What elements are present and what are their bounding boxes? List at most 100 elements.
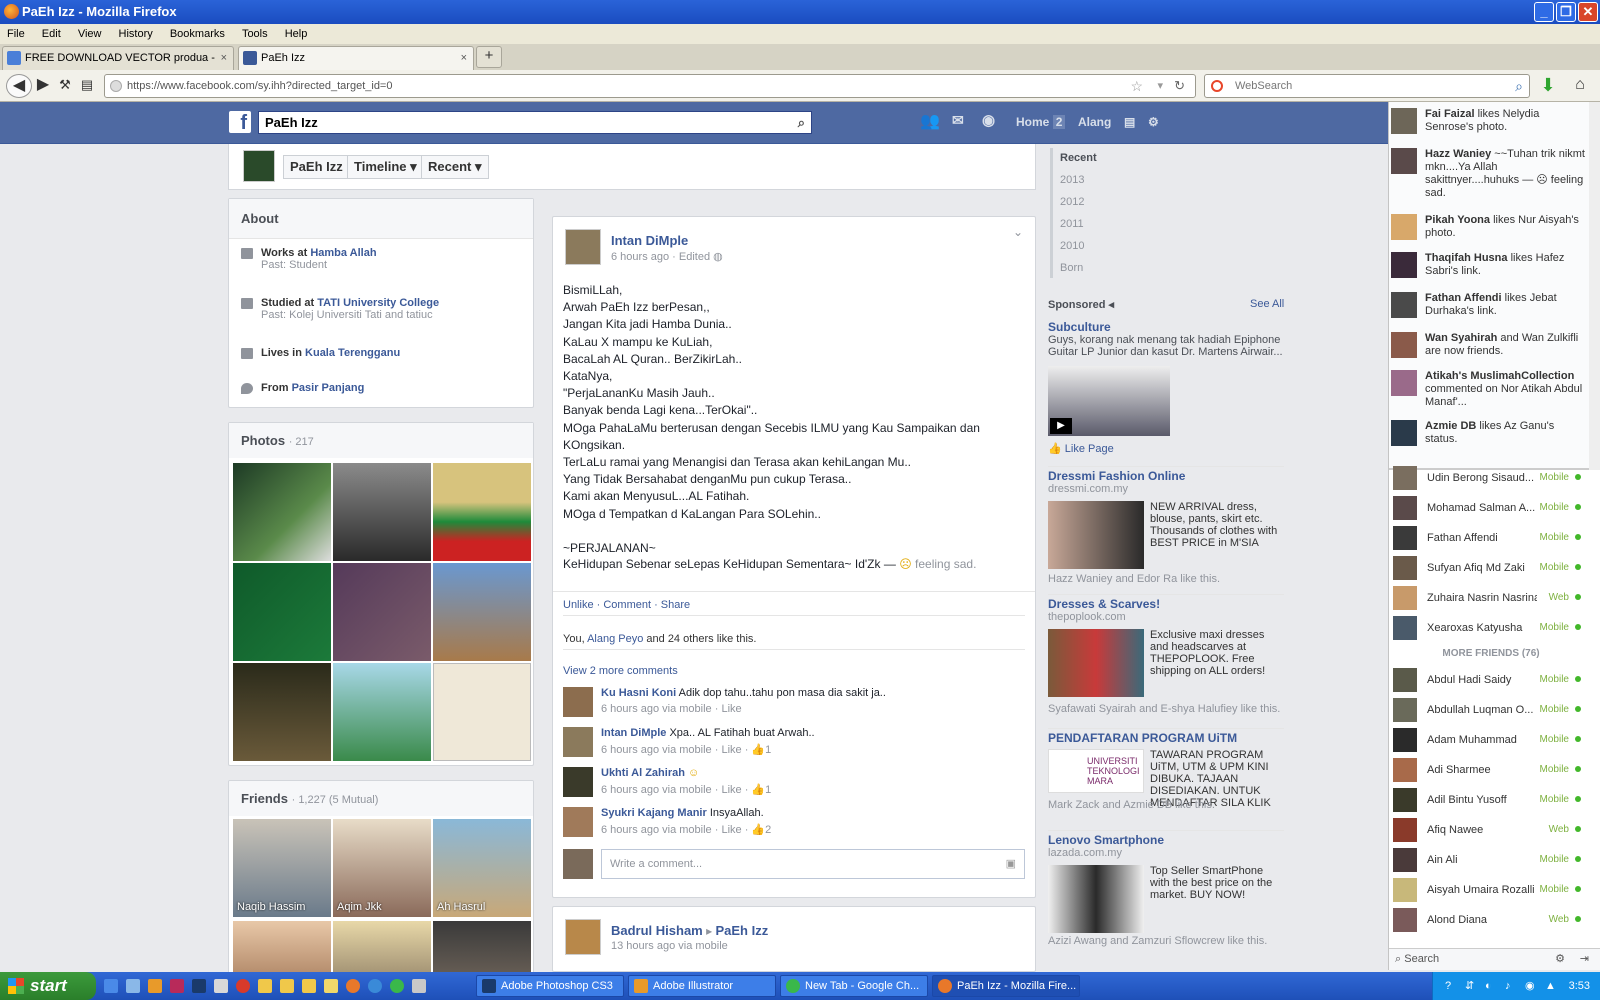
commenter-name[interactable]: Intan DiMple <box>601 727 666 739</box>
folder-quicklaunch-icon[interactable] <box>258 979 272 993</box>
commenter-name[interactable]: Syukri Kajang Manir <box>601 807 707 819</box>
year-2012[interactable]: 2012 <box>1060 196 1084 208</box>
home-link[interactable]: Home 2 <box>1016 115 1066 129</box>
dropdown-icon[interactable]: ▾ <box>1157 75 1163 97</box>
menu-bookmarks[interactable]: Bookmarks <box>163 24 232 44</box>
uitm-logo-image[interactable]: UNIVERSITI TEKNOLOGI MARA <box>1048 749 1144 793</box>
close-window-button[interactable]: ✕ <box>1578 2 1598 22</box>
site-identity-icon[interactable] <box>110 80 122 92</box>
chat-friend[interactable]: Fathan Affendi Mobile <box>1393 524 1589 554</box>
commenter-avatar[interactable] <box>563 767 593 797</box>
ad-video-thumbnail[interactable]: ▶ <box>1048 366 1170 436</box>
ad-unit[interactable]: PENDAFTARAN PROGRAM UiTM UNIVERSITI TEKN… <box>1048 728 1284 826</box>
post-author[interactable]: Intan DiMple <box>611 233 688 248</box>
chrome-quicklaunch-icon[interactable] <box>390 979 404 993</box>
photos-title[interactable]: Photos · 217 <box>229 423 533 458</box>
chat-friend[interactable]: Sufyan Afiq Md Zaki Mobile <box>1393 554 1589 584</box>
privacy-shortcuts-icon[interactable]: ▤ <box>1124 115 1135 129</box>
chat-search-input[interactable]: ⌕ Search ⚙ ⇥ <box>1389 948 1600 970</box>
home-icon[interactable]: ⌂ <box>1570 74 1590 98</box>
year-born[interactable]: Born <box>1060 262 1083 274</box>
ad-image[interactable] <box>1048 629 1144 697</box>
firefox-quicklaunch-icon[interactable] <box>346 979 360 993</box>
tab-close-icon[interactable]: × <box>221 47 227 69</box>
volume-tray-icon[interactable]: ♪ <box>1505 972 1511 1000</box>
forward-icon[interactable]: ▶ <box>34 74 52 98</box>
tab-close-icon[interactable]: × <box>461 47 467 69</box>
ie-quicklaunch-icon[interactable] <box>368 979 382 993</box>
photo-thumbnail[interactable] <box>433 663 531 761</box>
chat-friend[interactable]: Abdullah Luqman O... Mobile <box>1393 696 1589 726</box>
chat-friend[interactable]: Adi Sharmee Mobile <box>1393 756 1589 786</box>
bookmark-star-icon[interactable]: ☆ <box>1130 75 1143 97</box>
tab-google[interactable]: FREE DOWNLOAD VECTOR produa - Goo... × <box>2 46 234 86</box>
timeline-name-button[interactable]: PaEh Izz <box>283 155 350 179</box>
like-page-link[interactable]: 👍 Like Page <box>1048 442 1114 455</box>
menu-history[interactable]: History <box>112 24 160 44</box>
settings-gear-icon[interactable]: ⚙ <box>1148 115 1159 129</box>
ad-unit[interactable]: Lenovo Smartphone lazada.com.my Top Sell… <box>1048 830 1284 947</box>
post-actions[interactable]: Unlike · Comment · Share <box>563 599 690 611</box>
folder-quicklaunch-icon[interactable] <box>280 979 294 993</box>
menu-help[interactable]: Help <box>278 24 315 44</box>
ad-image[interactable] <box>1048 501 1144 569</box>
quicklaunch-icon[interactable] <box>126 979 140 993</box>
indesign-quicklaunch-icon[interactable] <box>170 979 184 993</box>
menu-edit[interactable]: Edit <box>35 24 68 44</box>
post-author-avatar[interactable] <box>565 919 601 955</box>
comment-meta[interactable]: 6 hours ago via mobile · Like · 👍1 <box>601 783 771 796</box>
illustrator-quicklaunch-icon[interactable] <box>148 979 162 993</box>
ad-title[interactable]: PENDAFTARAN PROGRAM UiTM <box>1048 731 1284 745</box>
ad-title[interactable]: Subculture <box>1048 320 1284 334</box>
ad-title[interactable]: Lenovo Smartphone <box>1048 833 1284 847</box>
school-link[interactable]: TATI University College <box>317 297 439 309</box>
friend-tile[interactable]: Ah Hasrul <box>433 819 531 917</box>
commenter-name[interactable]: Ku Hasni Koni <box>601 687 676 699</box>
folder-quicklaunch-icon[interactable] <box>302 979 316 993</box>
chat-options-gear-icon[interactable]: ⚙ <box>1555 949 1565 969</box>
download-icon[interactable]: ⬇ <box>1538 74 1558 98</box>
chat-friend[interactable]: Zuhaira Nasrin Nasrina Web <box>1393 584 1589 614</box>
taskbar-chrome[interactable]: New Tab - Google Ch... <box>780 975 928 997</box>
tab-facebook[interactable]: PaEh Izz × <box>238 46 474 70</box>
quicklaunch-icon[interactable] <box>214 979 228 993</box>
ad-image[interactable] <box>1048 865 1144 933</box>
photo-thumbnail[interactable] <box>333 663 431 761</box>
year-2011[interactable]: 2011 <box>1060 218 1084 230</box>
chat-friend[interactable]: Ain Ali Mobile <box>1393 846 1589 876</box>
friend-tile[interactable]: Aqim Jkk <box>333 819 431 917</box>
author-link[interactable]: Badrul Hisham <box>611 923 703 938</box>
liker-link[interactable]: Alang Peyo <box>587 633 643 645</box>
comment-meta[interactable]: 6 hours ago via mobile · Like · 👍1 <box>601 743 771 756</box>
hometown-link[interactable]: Pasir Panjang <box>292 382 365 394</box>
year-2013[interactable]: 2013 <box>1060 174 1084 186</box>
taskbar-illustrator[interactable]: Adobe Illustrator <box>628 975 776 997</box>
comment-meta[interactable]: 6 hours ago via mobile · Like <box>601 703 742 715</box>
facebook-search-input[interactable]: PaEh Izz ⌕ <box>258 111 812 134</box>
chat-friend[interactable]: Adam Muhammad Mobile <box>1393 726 1589 756</box>
friend-tile[interactable]: Naqib Hassim <box>233 819 331 917</box>
chat-friend[interactable]: Afiq Nawee Web <box>1393 816 1589 846</box>
facebook-logo[interactable]: f <box>229 111 251 134</box>
comment-meta[interactable]: 6 hours ago via mobile · Like · 👍2 <box>601 823 771 836</box>
friends-title[interactable]: Friends · 1,227 (5 Mutual) <box>229 781 533 816</box>
menu-view[interactable]: View <box>71 24 109 44</box>
notifications-icon[interactable]: ◉ <box>982 111 995 129</box>
ad-unit[interactable]: Subculture Guys, korang nak menang tak h… <box>1048 320 1284 456</box>
year-2010[interactable]: 2010 <box>1060 240 1084 252</box>
chat-friend[interactable]: Xearoxas Katyusha Mobile <box>1393 614 1589 644</box>
quicklaunch-icon[interactable] <box>104 979 118 993</box>
friend-requests-icon[interactable]: 👥 <box>920 111 940 131</box>
profile-link[interactable]: Alang <box>1078 115 1111 129</box>
chat-friend[interactable]: Abdul Hadi Saidy Mobile <box>1393 666 1589 696</box>
back-icon[interactable]: ◀ <box>6 74 32 98</box>
profile-thumbnail[interactable] <box>243 150 275 182</box>
photo-thumbnail[interactable] <box>233 463 331 561</box>
quicklaunch-icon[interactable] <box>236 979 250 993</box>
ad-title[interactable]: Dresses & Scarves! <box>1048 597 1284 611</box>
url-bar[interactable]: https://www.facebook.com/sy.ihh?directed… <box>104 74 1196 98</box>
timeline-dropdown[interactable]: Timeline ▾ <box>347 155 424 179</box>
taskbar-photoshop[interactable]: Adobe Photoshop CS3 <box>476 975 624 997</box>
commenter-avatar[interactable] <box>563 807 593 837</box>
chat-friend[interactable]: Mohamad Salman A... Mobile <box>1393 494 1589 524</box>
